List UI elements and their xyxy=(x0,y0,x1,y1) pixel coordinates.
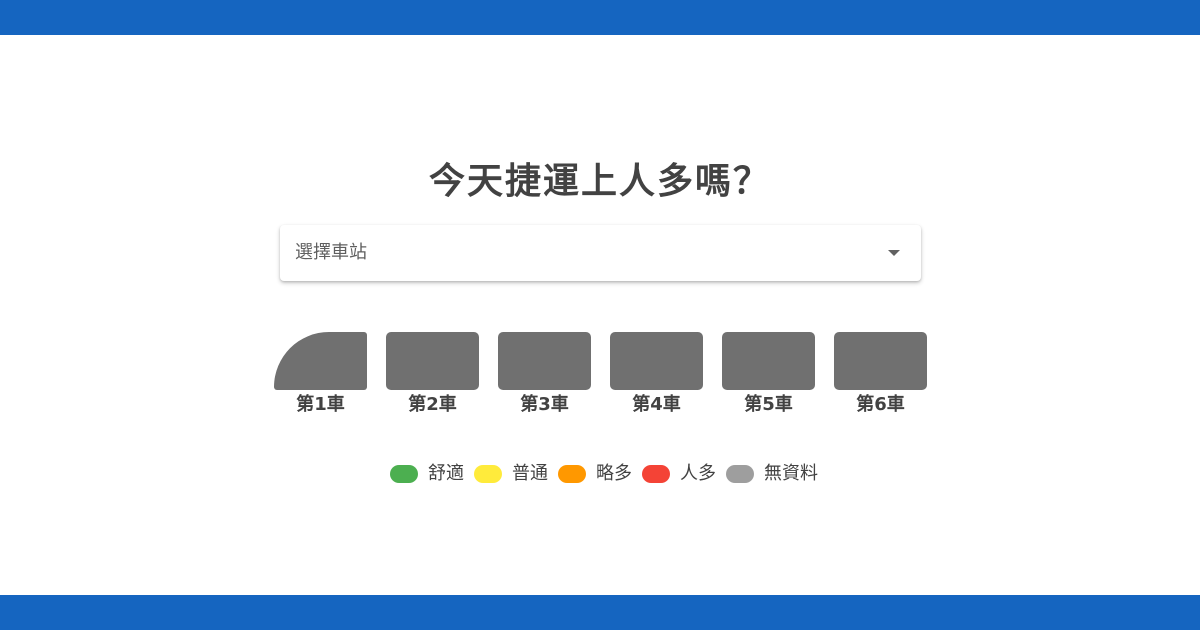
legend-label-no-data: 無資料 xyxy=(764,463,818,484)
legend-swatch-crowded xyxy=(642,465,670,483)
station-select-placeholder: 選擇車站 xyxy=(295,242,367,263)
train-car-label: 第4車 xyxy=(632,394,681,415)
legend-swatch-no-data xyxy=(726,465,754,483)
legend-swatch-slightly-crowded xyxy=(558,465,586,483)
bottom-brand-bar xyxy=(0,595,1200,630)
legend-label-crowded: 人多 xyxy=(680,463,716,484)
station-select[interactable]: 選擇車站 xyxy=(280,225,921,281)
crowd-legend: 舒適 普通 略多 人多 無資料 xyxy=(0,462,1200,486)
train-car-label: 第1車 xyxy=(296,394,345,415)
legend-label-normal: 普通 xyxy=(512,463,548,484)
train-car-5 xyxy=(722,332,815,390)
train-car-6 xyxy=(834,332,927,390)
legend-swatch-comfortable xyxy=(390,465,418,483)
legend-label-slightly-crowded: 略多 xyxy=(596,463,632,484)
train-car-2 xyxy=(386,332,479,390)
train-car-label: 第5車 xyxy=(744,394,793,415)
train-car-4 xyxy=(610,332,703,390)
train-car-label: 第3車 xyxy=(520,394,569,415)
caret-down-icon xyxy=(888,250,900,256)
train-car-3 xyxy=(498,332,591,390)
train-car-label: 第2車 xyxy=(408,394,457,415)
train-car-label: 第6車 xyxy=(856,394,905,415)
legend-swatch-normal xyxy=(474,465,502,483)
train-car-1 xyxy=(274,332,367,390)
page-title: 今天捷運上人多嗎？ xyxy=(428,161,771,202)
top-brand-bar xyxy=(0,0,1200,35)
legend-label-comfortable: 舒適 xyxy=(428,463,464,484)
